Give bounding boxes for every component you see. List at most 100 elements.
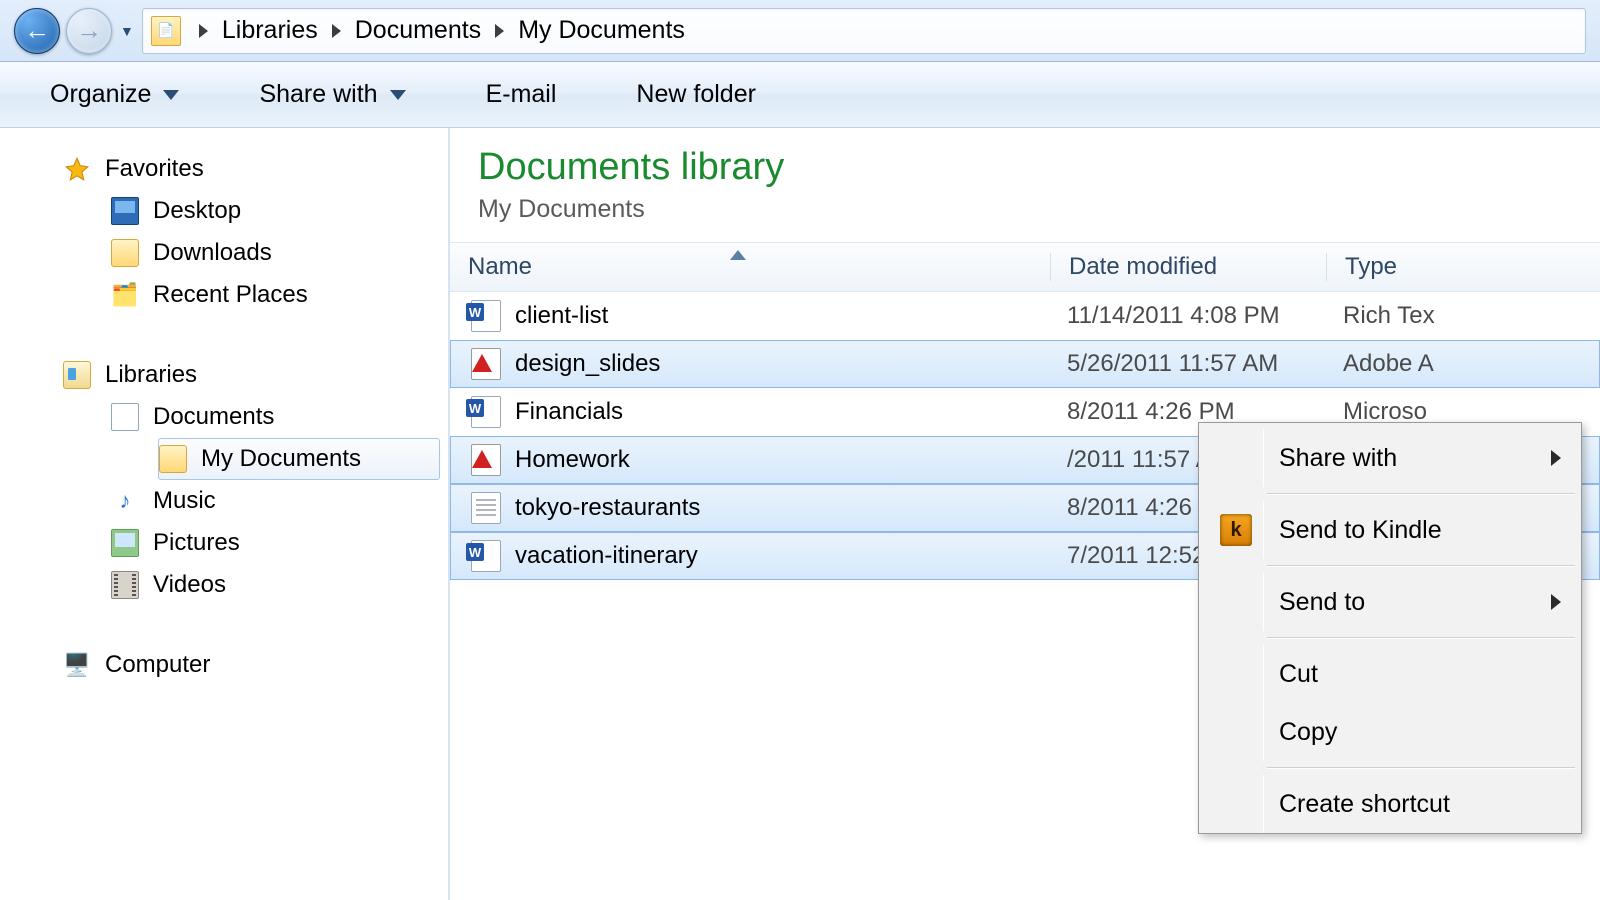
- ctx-send-to-kindle[interactable]: k Send to Kindle: [1201, 501, 1579, 559]
- chevron-right-icon: [1551, 594, 1561, 610]
- button-label: E-mail: [486, 80, 557, 109]
- sidebar-item-my-documents[interactable]: My Documents: [158, 438, 440, 480]
- pdf-file-icon: [471, 444, 501, 476]
- context-menu: Share with k Send to Kindle Send to Cut: [1198, 422, 1582, 834]
- ctx-cut[interactable]: Cut: [1201, 645, 1579, 703]
- picture-icon: [111, 529, 139, 557]
- command-bar: Organize Share with E-mail New folder: [0, 62, 1600, 128]
- group-label: Libraries: [105, 361, 197, 389]
- sidebar-item-downloads[interactable]: Downloads: [110, 232, 440, 274]
- forward-button[interactable]: →: [66, 8, 112, 54]
- document-icon: [111, 403, 139, 431]
- chevron-right-icon: [1551, 450, 1561, 466]
- sidebar-item-pictures[interactable]: Pictures: [110, 522, 440, 564]
- separator: [1267, 767, 1575, 769]
- sidebar-item-recent-places[interactable]: 🗂️ Recent Places: [110, 274, 440, 316]
- word-file-icon: [471, 300, 501, 332]
- organize-button[interactable]: Organize: [50, 80, 179, 109]
- sort-ascending-icon: [730, 250, 746, 260]
- group-label: Favorites: [105, 155, 204, 183]
- library-subtitle: My Documents: [478, 195, 1600, 224]
- email-button[interactable]: E-mail: [486, 80, 557, 109]
- ctx-share-with[interactable]: Share with: [1201, 429, 1579, 487]
- kindle-icon: k: [1220, 514, 1252, 546]
- item-label: Recent Places: [153, 281, 308, 309]
- chevron-down-icon: [163, 90, 179, 100]
- arrow-left-icon: ←: [24, 15, 50, 46]
- chevron-right-icon: [199, 24, 208, 38]
- header-label: Type: [1345, 253, 1397, 280]
- header-label: Date modified: [1069, 253, 1217, 280]
- file-name: vacation-itinerary: [515, 542, 698, 570]
- sidebar-item-computer[interactable]: 🖥️ Computer: [62, 644, 440, 686]
- header-label: Name: [468, 253, 532, 280]
- separator: [1267, 565, 1575, 567]
- share-with-button[interactable]: Share with: [259, 80, 405, 109]
- ctx-send-to[interactable]: Send to: [1201, 573, 1579, 631]
- sidebar-item-desktop[interactable]: Desktop: [110, 190, 440, 232]
- file-name: tokyo-restaurants: [515, 494, 700, 522]
- column-header-date[interactable]: Date modified: [1050, 253, 1326, 281]
- recent-icon: 🗂️: [111, 281, 139, 309]
- chevron-right-icon: [495, 24, 504, 38]
- breadcrumb[interactable]: Libraries Documents My Documents: [142, 8, 1586, 54]
- separator: [1267, 637, 1575, 639]
- folder-icon: [151, 16, 181, 46]
- history-dropdown[interactable]: ▼: [120, 23, 134, 39]
- ctx-create-shortcut[interactable]: Create shortcut: [1201, 775, 1579, 833]
- sidebar-item-videos[interactable]: Videos: [110, 564, 440, 606]
- music-icon: ♪: [111, 487, 139, 515]
- sidebar-item-documents[interactable]: Documents: [110, 396, 440, 438]
- arrow-right-icon: →: [76, 15, 102, 46]
- file-row[interactable]: design_slides5/26/2011 11:57 AMAdobe A: [450, 340, 1600, 388]
- folder-icon: [111, 239, 139, 267]
- file-name: design_slides: [515, 350, 660, 378]
- button-label: New folder: [636, 80, 756, 109]
- column-header-type[interactable]: Type: [1326, 253, 1600, 281]
- item-label: My Documents: [201, 445, 361, 473]
- menu-label: Send to: [1279, 588, 1365, 617]
- pdf-file-icon: [471, 348, 501, 380]
- address-bar: ← → ▼ Libraries Documents My Documents: [0, 0, 1600, 62]
- breadcrumb-item[interactable]: My Documents: [518, 16, 685, 45]
- breadcrumb-item[interactable]: Libraries: [222, 16, 318, 45]
- menu-label: Send to Kindle: [1279, 516, 1442, 545]
- item-label: Computer: [105, 651, 210, 679]
- file-row[interactable]: client-list 11/14/2011 4:08 PMRich Tex: [450, 292, 1600, 340]
- video-icon: [111, 571, 139, 599]
- menu-label: Cut: [1279, 660, 1318, 689]
- chevron-down-icon: [390, 90, 406, 100]
- navigation-pane: Favorites Desktop Downloads 🗂️ Recent Pl…: [0, 128, 450, 900]
- word-file-icon: [471, 396, 501, 428]
- new-folder-button[interactable]: New folder: [636, 80, 756, 109]
- breadcrumb-item[interactable]: Documents: [355, 16, 481, 45]
- separator: [1267, 493, 1575, 495]
- item-label: Videos: [153, 571, 226, 599]
- content-pane: Documents library My Documents Name Date…: [450, 128, 1600, 900]
- file-type: Rich Tex: [1343, 302, 1599, 330]
- item-label: Pictures: [153, 529, 240, 557]
- libraries-icon: [63, 361, 91, 389]
- column-header-name[interactable]: Name: [450, 253, 1050, 281]
- item-label: Music: [153, 487, 216, 515]
- favorites-group[interactable]: Favorites: [62, 148, 440, 190]
- star-icon: [63, 155, 91, 183]
- ctx-copy[interactable]: Copy: [1201, 703, 1579, 761]
- column-headers: Name Date modified Type: [450, 242, 1600, 292]
- sidebar-item-music[interactable]: ♪ Music: [110, 480, 440, 522]
- button-label: Organize: [50, 80, 151, 109]
- folder-icon: [159, 445, 187, 473]
- item-label: Desktop: [153, 197, 241, 225]
- word-file-icon: [471, 540, 501, 572]
- back-button[interactable]: ←: [14, 8, 60, 54]
- computer-icon: 🖥️: [63, 651, 91, 679]
- libraries-group[interactable]: Libraries: [62, 354, 440, 396]
- library-title: Documents library: [478, 146, 1600, 189]
- chevron-right-icon: [332, 24, 341, 38]
- menu-label: Share with: [1279, 444, 1397, 473]
- file-name: client-list: [515, 302, 608, 330]
- file-date: 11/14/2011 4:08 PM: [1067, 302, 1343, 330]
- button-label: Share with: [259, 80, 377, 109]
- item-label: Downloads: [153, 239, 272, 267]
- menu-label: Create shortcut: [1279, 790, 1450, 819]
